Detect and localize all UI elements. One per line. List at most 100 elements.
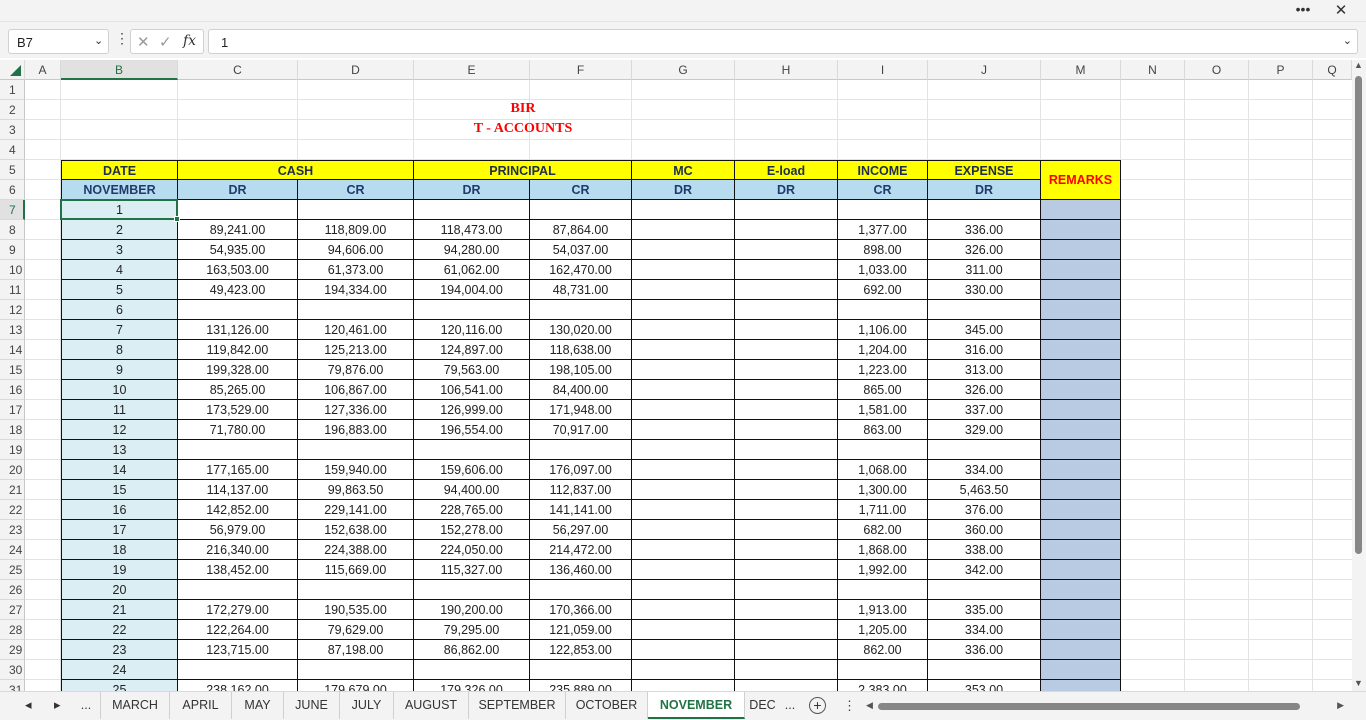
expense-cell[interactable]: 345.00 (928, 320, 1041, 340)
date-cell[interactable]: 10 (61, 380, 178, 400)
amount-cell[interactable]: 122,853.00 (530, 640, 632, 660)
remarks-cell[interactable] (1041, 580, 1121, 600)
income-cell[interactable]: 692.00 (838, 280, 928, 300)
amount-cell[interactable]: 118,638.00 (530, 340, 632, 360)
row-header-24[interactable]: 24 (0, 540, 25, 560)
amount-cell[interactable]: 120,461.00 (298, 320, 414, 340)
amount-cell[interactable]: 94,606.00 (298, 240, 414, 260)
active-cell-b7[interactable] (60, 199, 180, 222)
remarks-cell[interactable] (1041, 640, 1121, 660)
row-header-12[interactable]: 12 (0, 300, 25, 320)
date-cell[interactable]: 22 (61, 620, 178, 640)
eload-cell[interactable] (735, 460, 838, 480)
date-cell[interactable]: 5 (61, 280, 178, 300)
row-header-21[interactable]: 21 (0, 480, 25, 500)
row-header-25[interactable]: 25 (0, 560, 25, 580)
remarks-cell[interactable] (1041, 480, 1121, 500)
amount-cell[interactable]: 122,264.00 (178, 620, 298, 640)
row-header-3[interactable]: 3 (0, 120, 25, 140)
income-cell[interactable] (838, 200, 928, 220)
eload-cell[interactable] (735, 660, 838, 680)
row-header-22[interactable]: 22 (0, 500, 25, 520)
mc-cell[interactable] (632, 660, 735, 680)
amount-cell[interactable]: 190,535.00 (298, 600, 414, 620)
amount-cell[interactable]: 171,948.00 (530, 400, 632, 420)
mc-cell[interactable] (632, 280, 735, 300)
tab-may[interactable]: MAY (232, 692, 284, 719)
tab-july[interactable]: JULY (340, 692, 394, 719)
amount-cell[interactable]: 79,876.00 (298, 360, 414, 380)
amount-cell[interactable]: 48,731.00 (530, 280, 632, 300)
vertical-scroll-thumb[interactable] (1355, 76, 1362, 554)
row-header-23[interactable]: 23 (0, 520, 25, 540)
remarks-cell[interactable] (1041, 660, 1121, 680)
amount-cell[interactable] (530, 300, 632, 320)
amount-cell[interactable]: 142,852.00 (178, 500, 298, 520)
column-header-h[interactable]: H (735, 60, 838, 80)
tab-september[interactable]: SEPTEMBER (469, 692, 566, 719)
amount-cell[interactable]: 216,340.00 (178, 540, 298, 560)
more-options-icon[interactable]: ••• (1293, 1, 1313, 19)
amount-cell[interactable]: 79,629.00 (298, 620, 414, 640)
row-header-4[interactable]: 4 (0, 140, 25, 160)
row-header-17[interactable]: 17 (0, 400, 25, 420)
expense-cell[interactable]: 336.00 (928, 220, 1041, 240)
expense-cell[interactable] (928, 580, 1041, 600)
mc-cell[interactable] (632, 620, 735, 640)
mc-cell[interactable] (632, 560, 735, 580)
tab-april[interactable]: APRIL (170, 692, 232, 719)
amount-cell[interactable]: 87,864.00 (530, 220, 632, 240)
income-cell[interactable]: 1,205.00 (838, 620, 928, 640)
column-header-p[interactable]: P (1249, 60, 1313, 80)
tab-options-icon[interactable]: ⋮ (843, 698, 856, 714)
row-header-31[interactable]: 31 (0, 680, 25, 691)
expense-cell[interactable]: 326.00 (928, 380, 1041, 400)
expense-cell[interactable]: 334.00 (928, 460, 1041, 480)
remarks-cell[interactable] (1041, 520, 1121, 540)
amount-cell[interactable]: 126,999.00 (414, 400, 530, 420)
remarks-cell[interactable] (1041, 200, 1121, 220)
remarks-cell[interactable] (1041, 220, 1121, 240)
income-cell[interactable]: 1,068.00 (838, 460, 928, 480)
row-header-5[interactable]: 5 (0, 160, 25, 180)
amount-cell[interactable]: 99,863.50 (298, 480, 414, 500)
amount-cell[interactable] (178, 300, 298, 320)
income-cell[interactable]: 1,711.00 (838, 500, 928, 520)
expense-cell[interactable]: 313.00 (928, 360, 1041, 380)
amount-cell[interactable]: 114,137.00 (178, 480, 298, 500)
remarks-cell[interactable] (1041, 460, 1121, 480)
expense-cell[interactable]: 316.00 (928, 340, 1041, 360)
amount-cell[interactable]: 124,897.00 (414, 340, 530, 360)
row-header-9[interactable]: 9 (0, 240, 25, 260)
amount-cell[interactable]: 141,141.00 (530, 500, 632, 520)
date-cell[interactable]: 24 (61, 660, 178, 680)
amount-cell[interactable]: 162,470.00 (530, 260, 632, 280)
row-header-28[interactable]: 28 (0, 620, 25, 640)
amount-cell[interactable]: 106,867.00 (298, 380, 414, 400)
mc-cell[interactable] (632, 240, 735, 260)
remarks-cell[interactable] (1041, 680, 1121, 691)
amount-cell[interactable]: 86,862.00 (414, 640, 530, 660)
income-cell[interactable]: 1,581.00 (838, 400, 928, 420)
date-cell[interactable]: 4 (61, 260, 178, 280)
column-header-g[interactable]: G (632, 60, 735, 80)
mc-cell[interactable] (632, 680, 735, 691)
cancel-icon[interactable]: ✕ (137, 33, 150, 51)
income-cell[interactable]: 682.00 (838, 520, 928, 540)
tab-august[interactable]: AUGUST (394, 692, 469, 719)
income-cell[interactable]: 1,033.00 (838, 260, 928, 280)
income-cell[interactable]: 1,300.00 (838, 480, 928, 500)
remarks-cell[interactable] (1041, 380, 1121, 400)
expense-cell[interactable] (928, 660, 1041, 680)
amount-cell[interactable] (530, 440, 632, 460)
row-header-16[interactable]: 16 (0, 380, 25, 400)
column-header-c[interactable]: C (178, 60, 298, 80)
amount-cell[interactable]: 79,295.00 (414, 620, 530, 640)
scroll-left-icon[interactable]: ◀ (866, 700, 873, 711)
row-header-8[interactable]: 8 (0, 220, 25, 240)
amount-cell[interactable]: 199,328.00 (178, 360, 298, 380)
amount-cell[interactable]: 196,554.00 (414, 420, 530, 440)
amount-cell[interactable]: 190,200.00 (414, 600, 530, 620)
amount-cell[interactable]: 228,765.00 (414, 500, 530, 520)
date-cell[interactable]: 13 (61, 440, 178, 460)
